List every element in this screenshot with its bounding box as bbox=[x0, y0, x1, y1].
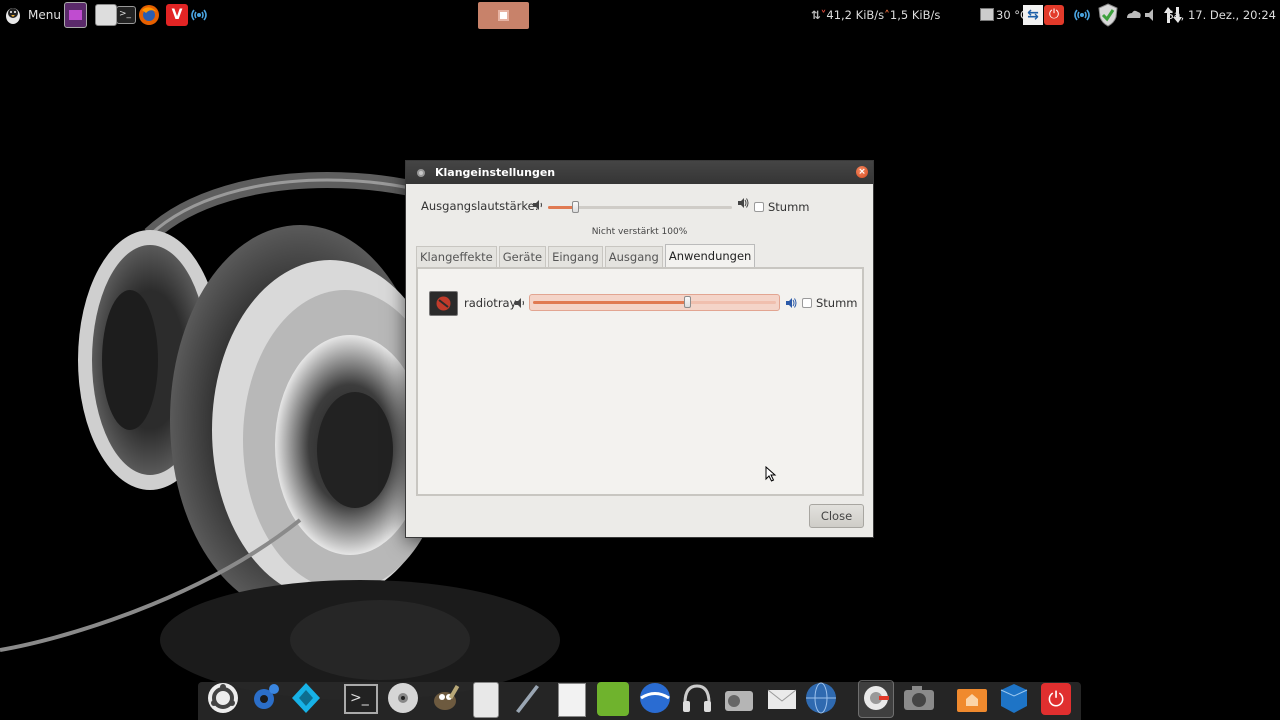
dialog-titlebar[interactable]: Klangeinstellungen × bbox=[406, 161, 873, 184]
battery-monitor-icon[interactable] bbox=[980, 8, 994, 21]
app-volume-fill bbox=[533, 301, 688, 304]
volume-low-icon bbox=[533, 200, 542, 210]
taskbar-sound-settings-item[interactable] bbox=[478, 2, 529, 29]
window-icon bbox=[498, 10, 509, 21]
clock[interactable]: Sa, 17. Dez., 20:24 bbox=[1166, 0, 1276, 30]
app-volume-handle[interactable] bbox=[684, 296, 691, 308]
ubuntu-logo-icon[interactable] bbox=[206, 681, 240, 715]
mail-icon[interactable] bbox=[765, 681, 799, 715]
virtualbox-icon[interactable] bbox=[997, 681, 1031, 715]
output-volume-handle[interactable] bbox=[572, 201, 579, 213]
text-editor-icon[interactable] bbox=[558, 683, 586, 717]
network-speed-indicator: ⇅ ˅ 41,2 KiB/s ˄ 1,5 KiB/s bbox=[811, 0, 940, 30]
calculator-icon[interactable] bbox=[473, 682, 499, 718]
sound-settings-icon[interactable] bbox=[859, 681, 893, 715]
kodi-icon[interactable] bbox=[289, 681, 323, 715]
security-shield-icon[interactable] bbox=[1097, 3, 1119, 27]
output-mute-checkbox[interactable] bbox=[754, 202, 764, 212]
radiotray-app-icon bbox=[429, 291, 458, 316]
app-volume-slider[interactable] bbox=[529, 294, 780, 311]
close-button[interactable]: Close bbox=[809, 504, 864, 528]
mouse-cursor-icon bbox=[765, 466, 777, 482]
menu-label: Menu bbox=[28, 8, 61, 22]
window-menu-icon[interactable] bbox=[417, 168, 425, 177]
disc-icon[interactable] bbox=[386, 681, 420, 715]
home-folder-icon[interactable] bbox=[955, 681, 989, 715]
gimp-icon[interactable] bbox=[428, 681, 462, 715]
terminal-launcher-icon[interactable]: >_ bbox=[116, 6, 136, 24]
close-icon[interactable]: × bbox=[856, 166, 868, 178]
app-mute-label[interactable]: Stumm bbox=[816, 296, 858, 310]
upload-speed: 1,5 KiB/s bbox=[889, 8, 941, 22]
tab-bar: Klangeffekte Geräte Eingang Ausgang Anwe… bbox=[416, 244, 757, 267]
app-volume-low-icon bbox=[515, 298, 524, 308]
weather-icon[interactable] bbox=[1123, 5, 1143, 25]
tab-anwendungen[interactable]: Anwendungen bbox=[664, 244, 756, 267]
menu-button[interactable]: Menu bbox=[4, 0, 61, 30]
tab-klangeffekte[interactable]: Klangeffekte bbox=[416, 246, 497, 267]
terminal-icon[interactable]: >_ bbox=[344, 684, 378, 714]
sound-settings-dialog: Klangeinstellungen × Ausgangslautstärke:… bbox=[405, 160, 874, 538]
applications-panel: radiotray Stumm bbox=[416, 267, 864, 496]
tab-geraete[interactable]: Geräte bbox=[498, 246, 547, 267]
archive-icon[interactable] bbox=[597, 682, 629, 716]
output-mute-label[interactable]: Stumm bbox=[768, 200, 810, 214]
volume-tray-icon[interactable] bbox=[1142, 5, 1162, 25]
app-mute-checkbox[interactable] bbox=[802, 298, 812, 308]
wireless-launcher-icon[interactable] bbox=[188, 4, 210, 26]
tab-eingang[interactable]: Eingang bbox=[548, 246, 603, 267]
globe-icon[interactable] bbox=[804, 681, 838, 715]
dialog-title: Klangeinstellungen bbox=[435, 166, 556, 179]
amplification-status: Nicht verstärkt 100% bbox=[591, 227, 688, 237]
app-name: radiotray bbox=[464, 296, 517, 310]
sync-icon[interactable]: ⇆ bbox=[1023, 5, 1043, 25]
file-manager-launcher-icon[interactable] bbox=[95, 4, 117, 26]
screenshot-camera-icon[interactable] bbox=[902, 681, 936, 715]
shutdown-icon[interactable]: ⏻ bbox=[1041, 683, 1071, 715]
output-volume-label: Ausgangslautstärke: bbox=[421, 199, 539, 213]
volume-high-icon bbox=[738, 198, 749, 208]
settings-gear-icon[interactable] bbox=[247, 681, 281, 715]
radio-icon[interactable] bbox=[722, 681, 756, 715]
download-speed: 41,2 KiB/s bbox=[826, 8, 885, 22]
network-tray-icon[interactable] bbox=[1072, 5, 1092, 25]
firefox-launcher-icon[interactable] bbox=[138, 4, 160, 26]
vivaldi-launcher-icon[interactable]: V bbox=[166, 4, 188, 26]
download-arrow-icon: ⇅ bbox=[811, 8, 821, 22]
headphones-icon[interactable] bbox=[680, 681, 714, 715]
tab-ausgang[interactable]: Ausgang bbox=[604, 246, 663, 267]
top-panel: Menu >_ V ⇅ ˅ 41,2 KiB/s ˄ 1,5 KiB/s 30 … bbox=[0, 0, 1280, 30]
pen-icon[interactable] bbox=[510, 681, 544, 715]
power-tray-icon[interactable]: ⏻ bbox=[1044, 5, 1064, 25]
video-player-launcher-icon[interactable] bbox=[64, 2, 87, 28]
app-volume-high-icon bbox=[786, 298, 797, 308]
penguin-icon bbox=[6, 8, 20, 24]
google-earth-icon[interactable] bbox=[638, 681, 672, 715]
no-entry-icon bbox=[436, 296, 451, 311]
